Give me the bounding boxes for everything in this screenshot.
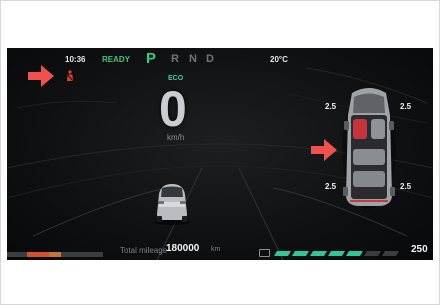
tire-pressure-rear-right: 2.5: [400, 182, 412, 191]
car-top-view: [342, 88, 396, 209]
range-value: 250: [411, 244, 428, 255]
battery-level-bar: [274, 251, 399, 256]
gear-reverse: R: [171, 53, 179, 65]
callout-arrow-icon: [28, 65, 54, 87]
speed-unit: km/h: [167, 133, 185, 142]
gear-neutral: N: [189, 53, 197, 65]
outside-temperature: 20°C: [270, 55, 288, 64]
odometer-unit: km: [211, 246, 221, 253]
ready-indicator: READY: [102, 55, 131, 64]
clock-time: 10:36: [65, 55, 86, 64]
callout-arrow-icon: [311, 139, 337, 161]
gear-drive: D: [206, 53, 214, 65]
speed-value: 0: [159, 81, 187, 137]
own-car-rear-view: [154, 184, 190, 225]
instrument-cluster: 10:36 READY P R N D 20°C ECO 0 km/h 2.5 …: [7, 48, 433, 260]
odometer-value: 180000: [166, 243, 200, 254]
odometer-label: Total mileage: [120, 246, 168, 255]
tire-pressure-rear-left: 2.5: [325, 182, 337, 191]
gear-park: P: [146, 50, 157, 67]
seatbelt-warning-icon: [67, 70, 73, 81]
power-gauge-bar: [7, 252, 103, 257]
tire-pressure-front-left: 2.5: [325, 102, 337, 111]
battery-icon: [259, 249, 270, 257]
tire-pressure-front-right: 2.5: [400, 102, 412, 111]
